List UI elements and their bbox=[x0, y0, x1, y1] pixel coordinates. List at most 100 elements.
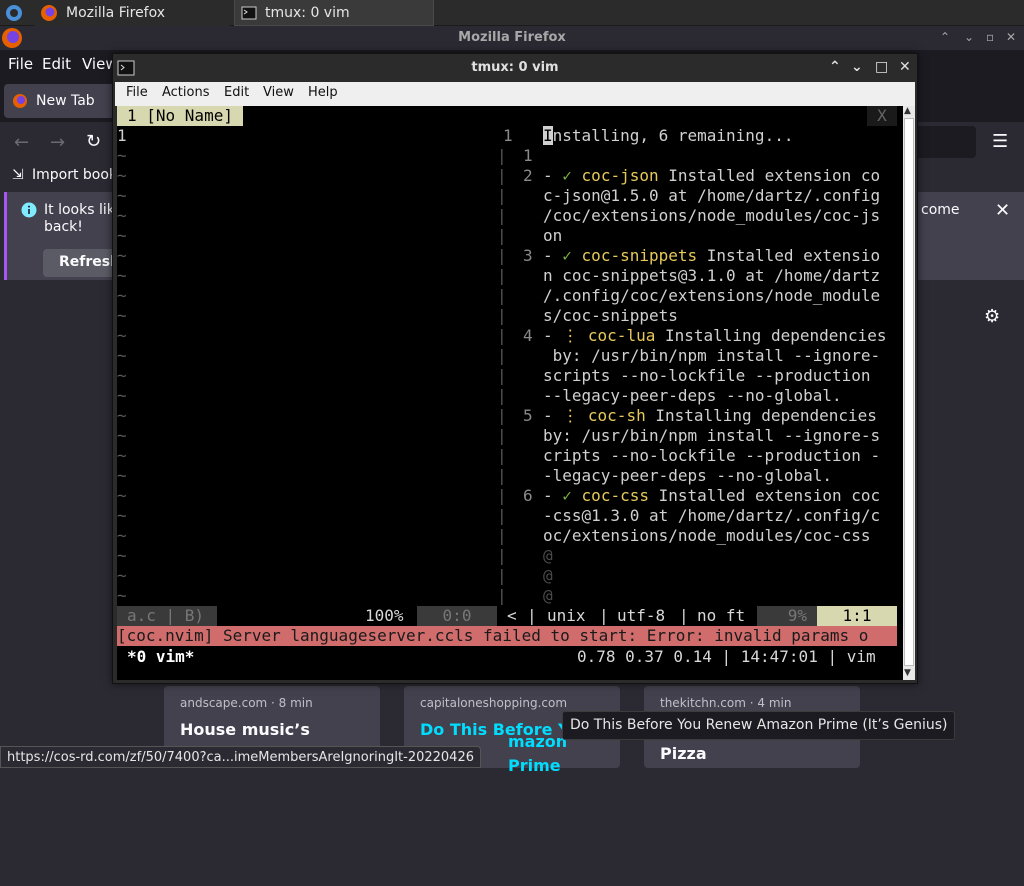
close-icon[interactable]: ✕ bbox=[1006, 30, 1016, 44]
terminal-scrollbar[interactable]: ▲ ▼ bbox=[903, 106, 915, 680]
close-icon[interactable]: ✕ bbox=[899, 59, 911, 75]
terminal-screen[interactable]: 1 [No Name] X 1 ~ ~ ~ ~ ~ ~ ~ ~ ~ ~ ~ ~ ~ ~ ~ ~ ~ ~ ~ ~ ~ ~ ~ 1… bbox=[117, 106, 903, 680]
scroll-down-icon[interactable]: ▼ bbox=[904, 668, 911, 678]
refresh-button-label: Refresh bbox=[59, 254, 121, 270]
pane-separator: | bbox=[497, 286, 507, 305]
vim-tilde-line: ~ bbox=[117, 566, 127, 585]
term-menu-help[interactable]: Help bbox=[308, 85, 338, 100]
vim-right-pane[interactable]: 1 Installing, 6 remaining... | 1 | 2- ✓ coc-j… bbox=[497, 126, 903, 606]
minimize-icon[interactable]: ⌃ bbox=[829, 59, 841, 75]
vim-output-line: | @ bbox=[497, 566, 903, 586]
terminal-title: tmux: 0 vim bbox=[471, 60, 559, 75]
pane-separator: | bbox=[497, 566, 507, 585]
vim-output-line: | cripts --no-lockfile --production - bbox=[497, 446, 903, 466]
status-left: a.c | B) bbox=[117, 606, 217, 626]
system-menu-icon[interactable] bbox=[5, 4, 23, 22]
vim-output-line: | by: /usr/bin/npm install --ignore-s bbox=[497, 426, 903, 446]
link-tooltip: Do This Before You Renew Amazon Prime (I… bbox=[562, 711, 956, 740]
reload-icon[interactable]: ↻ bbox=[86, 131, 101, 152]
firefox-icon bbox=[40, 4, 58, 22]
notification-text-1: It looks lik bbox=[44, 202, 115, 218]
line-text: /coc/extensions/node_modules/coc-js bbox=[543, 206, 881, 225]
terminal-window[interactable]: tmux: 0 vim ⌃ ⌄ □ ✕ File Actions Edit Vi… bbox=[112, 53, 918, 684]
refresh-button[interactable]: Refresh bbox=[43, 249, 123, 277]
line-number: 6 bbox=[523, 486, 533, 505]
pane-separator: | bbox=[497, 306, 507, 325]
maximize-icon[interactable]: □ bbox=[875, 59, 888, 75]
pane-separator: | bbox=[497, 586, 507, 605]
taskbar-firefox[interactable]: Mozilla Firefox bbox=[34, 0, 230, 26]
tmux-load-time: 0.78 0.37 0.14 | 14:47:01 | vim bbox=[577, 647, 876, 666]
coc-error-line: [coc.nvim] Server languageserver.ccls fa… bbox=[117, 626, 897, 646]
status-sep3: | bbox=[679, 606, 689, 625]
status-pct-right: 9% bbox=[757, 606, 817, 626]
list-dash: - bbox=[543, 406, 563, 425]
vim-output-line: 1 Installing, 6 remaining... bbox=[497, 126, 903, 146]
vim-tilde-line: ~ bbox=[117, 366, 127, 385]
vim-output-line: | -css@1.3.0 at /home/dartz/.config/c bbox=[497, 506, 903, 526]
card-source: capitaloneshopping.com bbox=[420, 696, 568, 710]
vim-output-line: | 1 bbox=[497, 146, 903, 166]
restore-icon[interactable]: ⌄ bbox=[851, 59, 863, 75]
vim-tab-close[interactable]: X bbox=[867, 106, 897, 126]
line-number: 2 bbox=[523, 166, 533, 185]
vim-output-line: | 6- ✓ coc-css Installed extension coc bbox=[497, 486, 903, 506]
spinner-icon: ⋮ bbox=[562, 326, 579, 345]
hamburger-menu-icon[interactable]: ☰ bbox=[992, 131, 1008, 152]
vim-output-line: | -legacy-peer-deps --no-global. bbox=[497, 466, 903, 486]
firefox-title: Mozilla Firefox bbox=[458, 30, 566, 45]
info-icon bbox=[21, 202, 37, 218]
pane-separator: | bbox=[497, 546, 507, 565]
firefox-titlebar: Mozilla Firefox bbox=[0, 26, 1024, 50]
term-menu-edit[interactable]: Edit bbox=[224, 85, 249, 100]
notification-close-icon[interactable]: ✕ bbox=[995, 200, 1010, 221]
import-bookmarks-button[interactable]: Import book bbox=[32, 167, 117, 183]
ff-menu-edit[interactable]: Edit bbox=[42, 55, 71, 73]
line-number: 3 bbox=[523, 246, 533, 265]
pane-separator: | bbox=[497, 526, 507, 545]
settings-gear-icon[interactable]: ⚙ bbox=[984, 306, 1000, 327]
terminal-titlebar[interactable]: tmux: 0 vim bbox=[113, 54, 917, 82]
line-text: by: /usr/bin/npm install --ignore-s bbox=[543, 426, 881, 445]
vim-tilde-line: ~ bbox=[117, 226, 127, 245]
ff-menu-file[interactable]: File bbox=[8, 55, 33, 73]
extension-name: coc-sh bbox=[587, 406, 646, 425]
term-menu-file[interactable]: File bbox=[126, 85, 148, 100]
vim-tilde-line: ~ bbox=[117, 246, 127, 265]
vim-output-line: | s/coc-snippets bbox=[497, 306, 903, 326]
vim-output-line: | /.config/coc/extensions/node_module bbox=[497, 286, 903, 306]
line-text: oc/extensions/node_modules/coc-css bbox=[543, 526, 871, 545]
line-text: Installed extensio bbox=[697, 246, 881, 265]
vim-tab-active[interactable]: 1 [No Name] bbox=[117, 106, 243, 126]
restore-icon[interactable]: ⌄ bbox=[964, 30, 974, 44]
vim-tilde-line: ~ bbox=[117, 186, 127, 205]
pane-separator: | bbox=[497, 386, 507, 405]
minimize-icon[interactable]: ⌃ bbox=[940, 30, 950, 44]
card-source: thekitchn.com · 4 min bbox=[660, 696, 792, 710]
url-bar[interactable] bbox=[910, 126, 976, 158]
maximize-icon[interactable]: ▫ bbox=[986, 30, 994, 44]
vim-tilde-line: ~ bbox=[117, 306, 127, 325]
forward-icon[interactable]: → bbox=[50, 132, 65, 153]
term-menu-actions[interactable]: Actions bbox=[162, 85, 210, 100]
status-sep2: | bbox=[599, 606, 609, 625]
scroll-thumb[interactable] bbox=[904, 118, 914, 666]
taskbar-tmux[interactable]: tmux: 0 vim bbox=[234, 0, 434, 26]
vim-tilde-line: ~ bbox=[117, 406, 127, 425]
tab-new-tab[interactable]: New Tab bbox=[4, 84, 124, 118]
vim-output-line: | c-json@1.5.0 at /home/dartz/.config bbox=[497, 186, 903, 206]
line-text: cripts --no-lockfile --production - bbox=[543, 446, 881, 465]
scroll-up-icon[interactable]: ▲ bbox=[904, 106, 911, 116]
line-text: @ bbox=[543, 566, 553, 585]
spinner-icon: ⋮ bbox=[562, 406, 579, 425]
vim-tilde-line: ~ bbox=[117, 266, 127, 285]
vim-output-line: | @ bbox=[497, 586, 903, 606]
line-text: --legacy-peer-deps --no-global. bbox=[543, 386, 842, 405]
pane-separator: | bbox=[497, 506, 507, 525]
back-icon[interactable]: ← bbox=[14, 132, 29, 153]
tmux-window-label[interactable]: *0 vim* bbox=[127, 646, 194, 668]
term-menu-view[interactable]: View bbox=[263, 85, 294, 100]
vim-left-pane[interactable]: 1 ~ ~ ~ ~ ~ ~ ~ ~ ~ ~ ~ ~ ~ ~ ~ ~ ~ ~ ~ ~ ~ ~ ~ bbox=[117, 126, 497, 606]
vim-output-line: | 5- ⋮ coc-sh Installing dependencies bbox=[497, 406, 903, 426]
pane-separator: | bbox=[497, 406, 507, 425]
